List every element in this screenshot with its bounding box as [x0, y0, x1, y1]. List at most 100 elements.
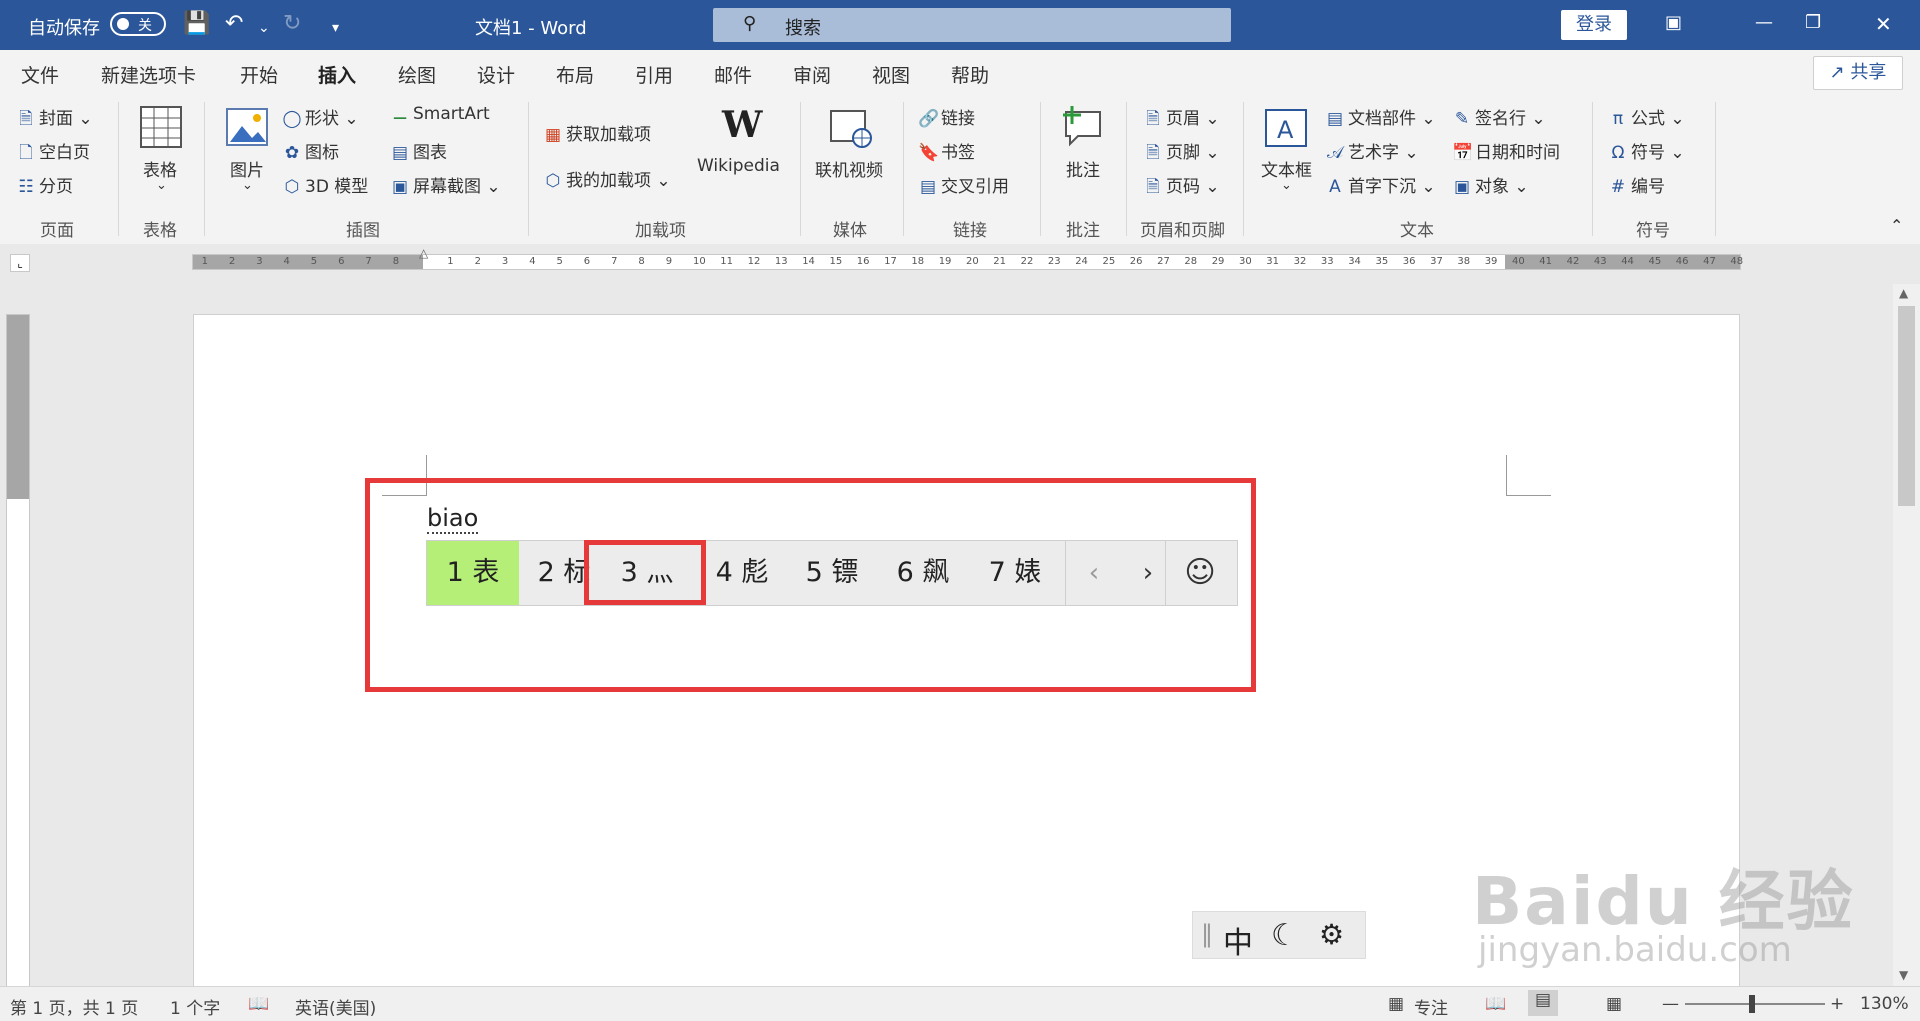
tab-view[interactable]: 视图	[872, 61, 910, 88]
tab-new[interactable]: 新建选项卡	[101, 61, 196, 88]
undo-dropdown-icon[interactable]: ⌄	[258, 16, 270, 40]
tab-review[interactable]: 审阅	[793, 61, 831, 88]
vertical-scrollbar[interactable]: ▲ ▼	[1893, 284, 1920, 986]
minimize-icon[interactable]: —	[1755, 12, 1773, 33]
ime-next-page-icon[interactable]: ›	[1121, 541, 1175, 605]
equation-button[interactable]: π 公式 ⌄	[1608, 104, 1685, 129]
page-break-button[interactable]: ☷ 分页	[16, 172, 73, 197]
ime-candidate[interactable]: 1 表	[427, 541, 519, 605]
tab-layout[interactable]: 布局	[556, 61, 594, 88]
signature-line-button[interactable]: ✎ 签名行 ⌄	[1452, 104, 1546, 129]
ruler-number: 29	[1211, 256, 1225, 267]
close-icon[interactable]: ✕	[1875, 12, 1892, 36]
text-box-dropdown-icon[interactable]: ⌄	[1281, 178, 1292, 193]
proofing-icon[interactable]: 📖	[248, 994, 269, 1014]
link-button[interactable]: 🔗 链接	[918, 104, 975, 129]
gear-icon[interactable]: ⚙	[1319, 918, 1344, 951]
login-button[interactable]: 登录	[1561, 10, 1627, 40]
tab-insert[interactable]: 插入	[318, 61, 357, 98]
wikipedia-icon[interactable]: W	[722, 104, 762, 146]
table-dropdown-icon[interactable]: ⌄	[156, 178, 167, 193]
tab-design[interactable]: 设计	[477, 61, 515, 88]
icons-button[interactable]: ✿ 图标	[282, 138, 339, 163]
ime-mode-toggle[interactable]: 中	[1223, 918, 1253, 962]
footer-button[interactable]: 🗎 页脚 ⌄	[1143, 138, 1220, 169]
ime-drag-handle[interactable]: ‖	[1201, 920, 1213, 948]
symbol-button[interactable]: Ω 符号 ⌄	[1608, 138, 1685, 163]
cross-reference-button[interactable]: ▤ 交叉引用	[918, 172, 1009, 197]
zoom-out-icon[interactable]: —	[1662, 994, 1679, 1014]
online-video-icon[interactable]	[830, 110, 874, 148]
scrollbar-thumb[interactable]	[1898, 306, 1915, 506]
cover-page-button[interactable]: 🗎 封面 ⌄	[16, 104, 93, 135]
tab-help[interactable]: 帮助	[951, 61, 989, 88]
number-button[interactable]: # 编号	[1608, 172, 1665, 197]
get-addins-button[interactable]: ▦ 获取加载项	[543, 120, 651, 145]
tab-file[interactable]: 文件	[21, 61, 59, 88]
ime-candidate[interactable]: 5 镖	[787, 541, 877, 605]
ime-candidate[interactable]: 6 飙	[877, 541, 969, 605]
tab-draw[interactable]: 绘图	[398, 61, 436, 88]
search-box[interactable]: ⚲ 搜索	[713, 8, 1231, 42]
focus-mode-button[interactable]: 专注	[1414, 994, 1448, 1019]
page-count[interactable]: 第 1 页，共 1 页	[10, 994, 138, 1019]
wikipedia-button[interactable]: Wikipedia	[697, 156, 780, 176]
chart-button[interactable]: ▤ 图表	[390, 138, 447, 163]
customize-toolbar-icon[interactable]: ▾	[332, 16, 339, 40]
ime-prev-page-icon[interactable]: ‹	[1067, 541, 1121, 605]
ime-emoji-icon[interactable]: ☺	[1173, 541, 1227, 605]
shapes-button[interactable]: ◯ 形状 ⌄	[282, 104, 358, 129]
zoom-slider-thumb[interactable]	[1749, 995, 1755, 1013]
ruler-number: 18	[911, 256, 925, 267]
date-time-button[interactable]: 📅 日期和时间	[1452, 138, 1560, 163]
picture-dropdown-icon[interactable]: ⌄	[242, 178, 253, 193]
redo-icon[interactable]: ↻	[283, 12, 301, 36]
wordart-button[interactable]: 𝒜 艺术字 ⌄	[1325, 138, 1419, 163]
comment-button[interactable]: 批注	[1066, 156, 1100, 181]
object-button[interactable]: ▣ 对象 ⌄	[1452, 172, 1529, 197]
ribbon-display-icon[interactable]: ▣	[1665, 12, 1682, 33]
comment-icon[interactable]	[1060, 104, 1104, 148]
moon-icon[interactable]: ☾	[1271, 918, 1298, 953]
web-layout-icon[interactable]: ▦	[1606, 994, 1622, 1014]
tab-home[interactable]: 开始	[240, 61, 278, 88]
zoom-level[interactable]: 130%	[1860, 994, 1909, 1014]
ime-candidate[interactable]: 7 婊	[969, 541, 1061, 605]
bookmark-button[interactable]: 🔖 书签	[918, 138, 975, 163]
undo-icon[interactable]: ↶	[225, 12, 243, 36]
focus-icon[interactable]: ▦	[1388, 994, 1404, 1014]
scroll-down-icon[interactable]: ▼	[1899, 968, 1908, 982]
tab-selector-icon[interactable]: ⌞	[10, 254, 30, 272]
online-video-button[interactable]: 联机视频	[815, 156, 883, 181]
table-icon[interactable]	[140, 106, 182, 148]
print-layout-icon[interactable]: ▤	[1528, 990, 1558, 1016]
smartart-button[interactable]: ⚊ SmartArt	[390, 104, 489, 124]
word-count[interactable]: 1 个字	[170, 994, 220, 1019]
zoom-slider[interactable]	[1685, 1003, 1825, 1005]
page-number-button[interactable]: 🗎 页码 ⌄	[1143, 172, 1220, 203]
tab-references[interactable]: 引用	[635, 61, 673, 88]
scroll-up-icon[interactable]: ▲	[1899, 286, 1908, 300]
header-button[interactable]: 🗎 页眉 ⌄	[1143, 104, 1220, 135]
autosave-toggle[interactable]: 关	[110, 12, 166, 36]
zoom-in-icon[interactable]: +	[1830, 994, 1844, 1014]
indent-marker-icon[interactable]: △	[419, 246, 428, 260]
save-icon[interactable]: 💾	[183, 12, 210, 36]
tab-mailings[interactable]: 邮件	[714, 61, 752, 88]
restore-icon[interactable]: ❐	[1805, 12, 1821, 33]
ime-candidate[interactable]: 4 彪	[697, 541, 787, 605]
header-label: 页眉	[1166, 109, 1200, 129]
share-button[interactable]: ↗ 共享	[1813, 56, 1903, 90]
language-indicator[interactable]: 英语(美国)	[295, 994, 376, 1019]
3d-model-button[interactable]: ⬡ 3D 模型	[282, 172, 369, 197]
drop-cap-button[interactable]: A 首字下沉 ⌄	[1325, 172, 1435, 197]
text-box-icon[interactable]: A	[1264, 108, 1308, 148]
vertical-ruler[interactable]	[6, 314, 30, 988]
read-mode-icon[interactable]: 📖	[1485, 994, 1506, 1014]
quick-parts-button[interactable]: ▤ 文档部件 ⌄	[1325, 104, 1436, 129]
collapse-ribbon-icon[interactable]: ⌃	[1890, 216, 1903, 235]
screenshot-button[interactable]: ▣ 屏幕截图 ⌄	[390, 172, 501, 197]
my-addins-button[interactable]: ⬡ 我的加载项 ⌄	[543, 166, 671, 191]
picture-icon[interactable]	[226, 108, 268, 146]
blank-page-button[interactable]: 🗋 空白页	[16, 138, 90, 169]
